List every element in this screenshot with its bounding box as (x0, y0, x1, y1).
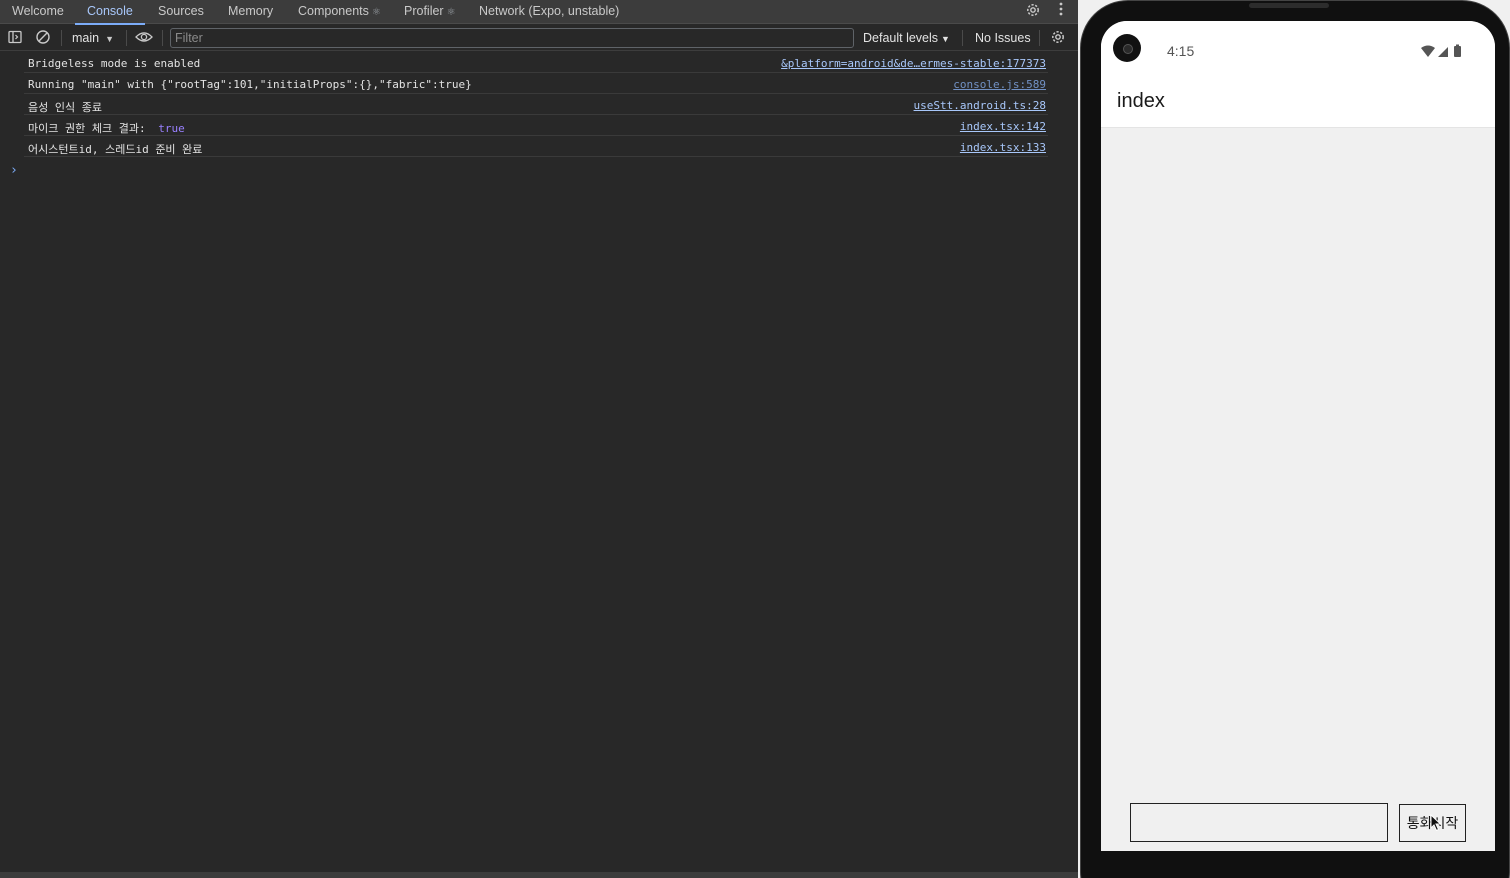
signal-icon (1438, 47, 1448, 57)
dropdown-caret-icon: ▼ (941, 34, 950, 44)
log-source-link[interactable]: useStt.android.ts:28 (914, 99, 1046, 112)
tab-components-label: Components (298, 4, 369, 18)
log-message: Running "main" with {"rootTag":101,"init… (28, 78, 472, 91)
app-title: index (1117, 90, 1165, 112)
tab-memory-label: Memory (228, 4, 274, 18)
front-camera-icon (1113, 34, 1141, 62)
log-entry: Running "main" with {"rootTag":101,"init… (24, 73, 1048, 94)
dropdown-caret-icon: ▼ (105, 34, 115, 44)
mouse-cursor-icon (1430, 814, 1442, 832)
console-messages: Bridgeless mode is enabled &platform=and… (0, 52, 1078, 178)
log-message-wrapper: 마이크 권한 체크 결과: true (28, 120, 185, 136)
log-message: 마이크 권한 체크 결과: (28, 122, 153, 135)
tab-welcome[interactable]: Welcome (12, 0, 64, 24)
log-source-link[interactable]: &platform=android&de…ermes-stable:177373 (781, 57, 1046, 70)
tab-welcome-label: Welcome (12, 4, 64, 18)
log-entry: Bridgeless mode is enabled &platform=and… (24, 52, 1048, 73)
log-entry: 마이크 권한 체크 결과: true index.tsx:142 (24, 115, 1048, 136)
react-atom-icon: ⚛ (371, 7, 381, 18)
filter-input[interactable] (170, 28, 854, 48)
log-entry: 음성 인식 종료 useStt.android.ts:28 (24, 94, 1048, 115)
more-options-icon[interactable] (1051, 2, 1071, 22)
log-entry: 어시스턴트id, 스레드id 준비 완료 index.tsx:133 (24, 136, 1048, 157)
toolbar-divider (61, 30, 62, 46)
console-toolbar: main▼ Default levels▼ No Issues (0, 25, 1078, 51)
context-label: main (72, 31, 100, 45)
devtools-panel: Welcome Console Sources Memory Component… (0, 0, 1078, 878)
issues-counter[interactable]: No Issues (975, 28, 1031, 48)
toolbar-divider (962, 30, 963, 46)
tab-console[interactable]: Console (75, 0, 145, 25)
status-icons (1419, 44, 1469, 58)
sidebar-toggle-icon[interactable] (7, 29, 25, 47)
toolbar-divider (162, 30, 163, 46)
log-message: 음성 인식 종료 (28, 101, 102, 114)
log-boolean-value: true (158, 122, 185, 135)
device-emulator: 4:15 index 통화시작 (1078, 0, 1510, 878)
toolbar-divider (1039, 30, 1040, 46)
phone-frame: 4:15 index 통화시작 (1080, 0, 1510, 878)
clear-console-icon[interactable] (35, 29, 53, 47)
log-levels-label: Default levels (863, 31, 939, 45)
status-time: 4:15 (1167, 43, 1195, 59)
react-atom-icon: ⚛ (446, 7, 456, 18)
devtools-tab-bar: Welcome Console Sources Memory Component… (0, 0, 1078, 25)
tab-components[interactable]: Components ⚛ (298, 0, 381, 24)
status-bar: 4:15 (1101, 21, 1495, 79)
drawer-edge (0, 872, 1078, 878)
console-prompt[interactable]: › (10, 163, 18, 178)
log-source-link[interactable]: index.tsx:133 (960, 141, 1046, 154)
tab-sources[interactable]: Sources (158, 0, 204, 24)
app-header: index (1101, 79, 1495, 128)
log-message: 어시스턴트id, 스레드id 준비 완료 (28, 143, 203, 156)
log-source-link[interactable]: index.tsx:142 (960, 120, 1046, 133)
issues-label: No Issues (975, 31, 1031, 45)
log-levels-dropdown[interactable]: Default levels ▼ (863, 28, 950, 48)
tab-console-label: Console (87, 4, 133, 18)
settings-gear-icon[interactable] (1023, 2, 1043, 22)
log-message: Bridgeless mode is enabled (28, 57, 201, 70)
message-input[interactable] (1130, 803, 1388, 842)
tab-network[interactable]: Network (Expo, unstable) (479, 0, 619, 24)
live-expression-eye-icon[interactable] (135, 29, 155, 47)
console-settings-gear-icon[interactable] (1050, 29, 1068, 47)
tab-memory[interactable]: Memory (228, 0, 273, 24)
battery-icon (1454, 46, 1461, 57)
log-source-link[interactable]: console.js:589 (953, 78, 1046, 91)
phone-screen: 4:15 index 통화시작 (1101, 21, 1495, 851)
tab-profiler[interactable]: Profiler ⚛ (404, 0, 456, 24)
tab-sources-label: Sources (158, 4, 204, 18)
tab-network-label: Network (Expo, unstable) (479, 4, 620, 18)
wifi-icon (1421, 45, 1435, 57)
context-selector[interactable]: main ▼ (72, 28, 114, 48)
toolbar-divider (126, 30, 127, 46)
tab-profiler-label: Profiler (404, 4, 444, 18)
